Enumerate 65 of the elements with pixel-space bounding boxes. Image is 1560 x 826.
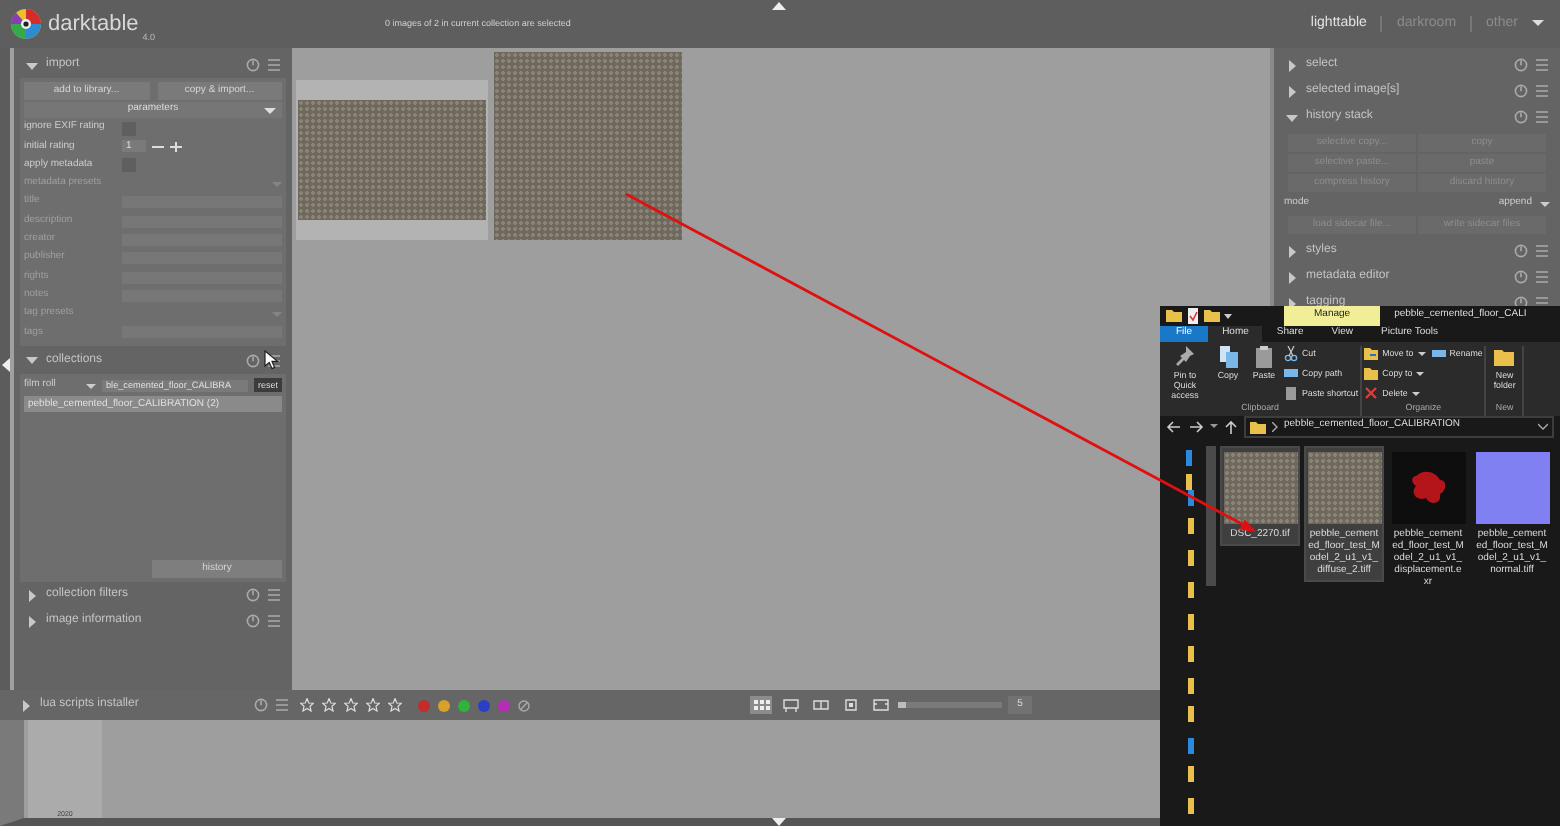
star-icon[interactable]: [344, 698, 358, 712]
thumbnail[interactable]: [296, 80, 488, 240]
forward-arrow-icon[interactable]: [1188, 419, 1204, 434]
splat-image: [1391, 452, 1465, 524]
chevron-icon: [1272, 421, 1278, 432]
back-arrow-icon[interactable]: [1166, 419, 1182, 434]
triangle-icon[interactable]: [1286, 59, 1298, 71]
star-icon[interactable]: [366, 698, 380, 712]
image-placeholder: [1475, 452, 1549, 524]
triangle-icon[interactable]: [772, 818, 786, 826]
copy-icon: [1218, 345, 1238, 368]
fullscreen-icon: [872, 698, 890, 712]
caret-icon[interactable]: [1538, 422, 1548, 431]
color-label-dot[interactable]: [458, 699, 470, 711]
triangle-icon[interactable]: [1286, 271, 1298, 284]
cursor-icon: [264, 350, 280, 370]
culling-icon: [812, 698, 830, 712]
plus-icon[interactable]: [170, 141, 182, 152]
grid-icon: [752, 698, 770, 712]
triangle-icon[interactable]: [26, 354, 38, 367]
layout-button[interactable]: [840, 696, 862, 714]
triangle-icon[interactable]: [26, 59, 38, 71]
folder-icon: [1364, 345, 1379, 362]
scissors-icon: [1284, 345, 1298, 362]
color-label-dot[interactable]: [498, 699, 510, 711]
path-icon: [1284, 365, 1298, 382]
folder-icon[interactable]: [1204, 308, 1220, 323]
layout-button[interactable]: [870, 696, 892, 714]
triangle-icon[interactable]: [2, 358, 10, 372]
triangle-icon[interactable]: [1286, 111, 1298, 123]
clear-label-icon[interactable]: [518, 699, 530, 711]
clipboard-icon: [1254, 345, 1274, 368]
star-icon[interactable]: [388, 698, 402, 712]
folder-icon: [1494, 345, 1515, 368]
pin-icon: [1175, 345, 1195, 368]
color-label-dot[interactable]: [418, 699, 430, 711]
zoomable-icon: [782, 698, 800, 712]
folder-icon: [1364, 365, 1379, 382]
star-icon[interactable]: [322, 698, 336, 712]
app-name: darktable: [48, 11, 139, 37]
document-icon[interactable]: [1186, 307, 1200, 324]
caret-icon[interactable]: [1532, 18, 1544, 29]
layout-button[interactable]: [780, 696, 802, 714]
logo-icon: [10, 8, 42, 40]
minus-icon[interactable]: [152, 141, 164, 152]
color-label-dot[interactable]: [478, 699, 490, 711]
triangle-icon[interactable]: [772, 2, 786, 10]
photo-placeholder: [1307, 452, 1381, 524]
layout-button[interactable]: [750, 696, 772, 714]
up-arrow-icon[interactable]: [1224, 419, 1238, 434]
triangle-icon[interactable]: [26, 589, 38, 601]
color-label-dot[interactable]: [438, 699, 450, 711]
triangle-icon[interactable]: [20, 699, 32, 711]
triangle-icon[interactable]: [1286, 245, 1298, 258]
rename-icon: [1431, 345, 1446, 362]
layout-button[interactable]: [810, 696, 832, 714]
triangle-icon[interactable]: [26, 615, 38, 627]
triangle-icon[interactable]: [1286, 85, 1298, 97]
delete-icon: [1364, 385, 1379, 402]
caret-icon[interactable]: [1224, 311, 1232, 320]
menu-icon[interactable]: [268, 353, 280, 368]
clipboard-icon: [1284, 385, 1298, 402]
photo-placeholder: [1223, 452, 1297, 524]
preview-icon: [842, 698, 860, 712]
star-icon[interactable]: [300, 698, 314, 712]
